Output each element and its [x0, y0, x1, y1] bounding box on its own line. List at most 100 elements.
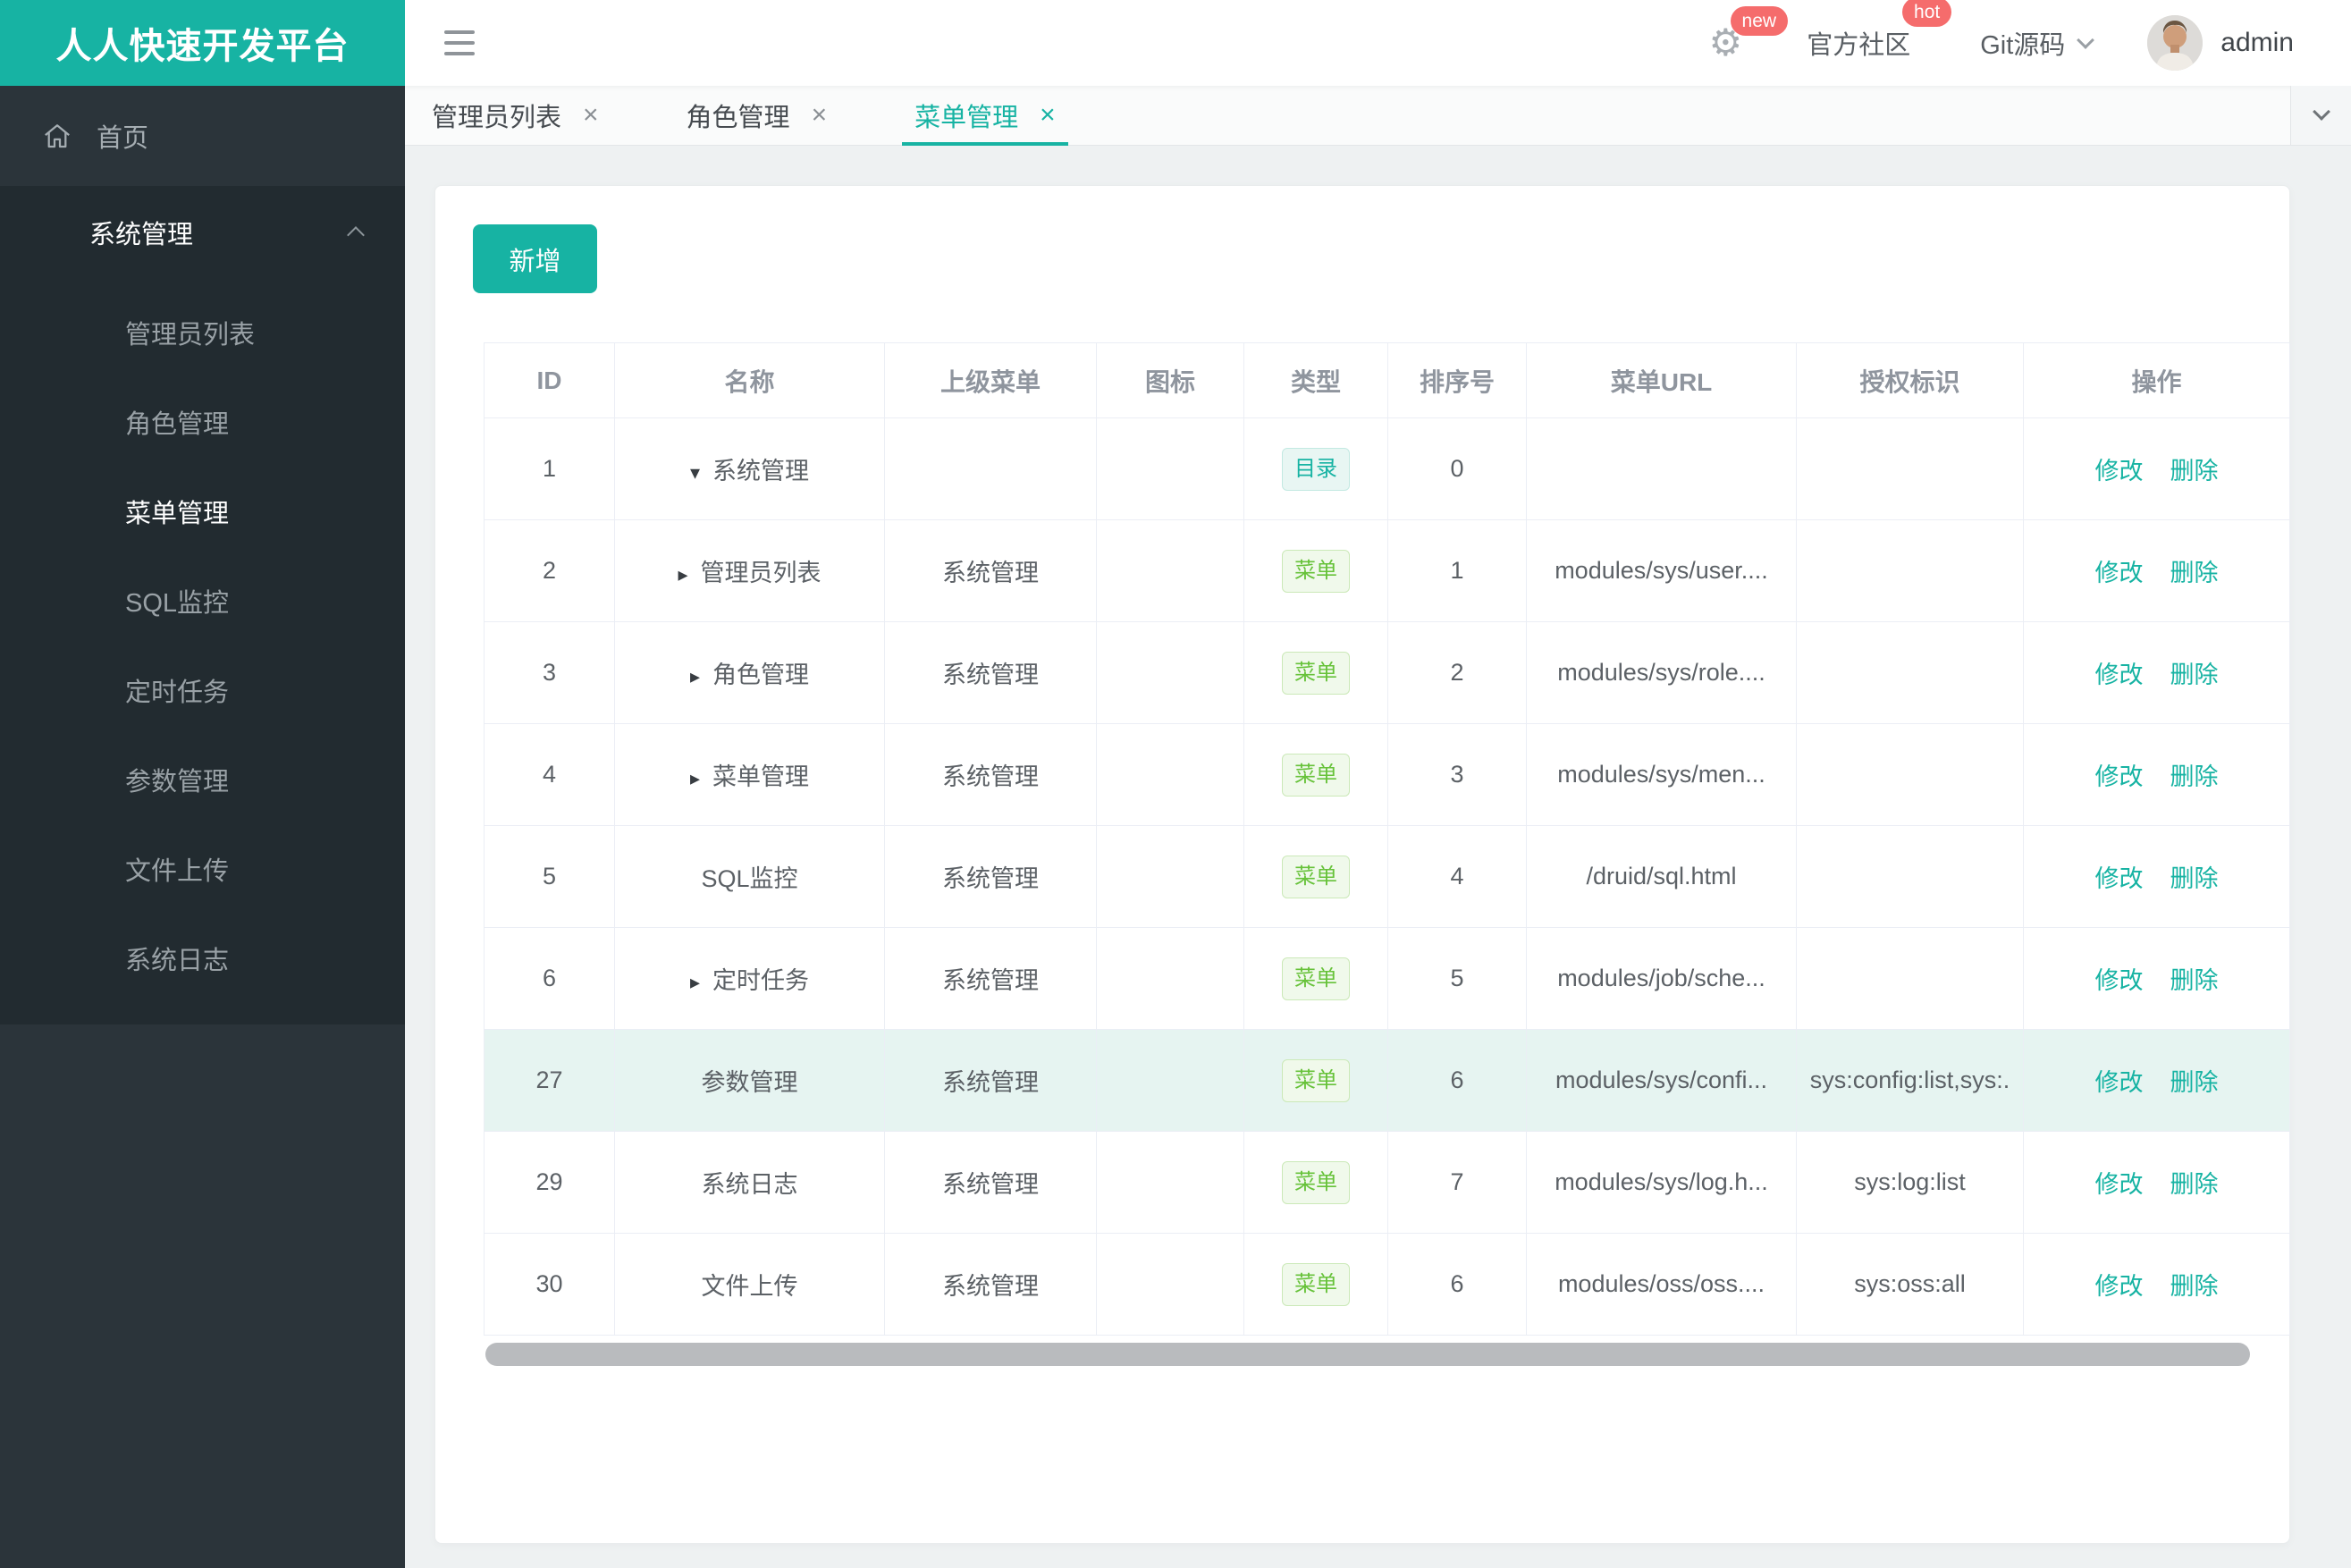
edit-link[interactable]: 修改 [2095, 458, 2144, 485]
content-card: 新增 ID 名称 上级菜单 图标 类型 排序号 菜单URL 授权标识 操作 1 … [434, 185, 2290, 1544]
expand-closed-icon[interactable]: ▸ [690, 971, 700, 993]
cell-id: 27 [484, 1029, 615, 1132]
type-badge: 菜单 [1282, 957, 1350, 1000]
menu-name: 文件上传 [701, 1273, 798, 1300]
sidebar-item-5[interactable]: 参数管理 [0, 735, 405, 824]
menu-name: 参数管理 [701, 1069, 798, 1096]
edit-link[interactable]: 修改 [2095, 865, 2144, 892]
cell-name: 参数管理 [614, 1029, 885, 1132]
cell-name: ▾ 系统管理 [614, 417, 885, 520]
cell-icon [1096, 621, 1244, 724]
edit-link[interactable]: 修改 [2095, 967, 2144, 994]
sidebar-group-title[interactable]: 系统管理 [0, 186, 405, 279]
edit-link[interactable]: 修改 [2095, 560, 2144, 586]
type-badge: 菜单 [1282, 651, 1350, 695]
delete-link[interactable]: 删除 [2170, 1069, 2219, 1096]
sidebar-item-2[interactable]: 菜单管理 [0, 467, 405, 556]
edit-link[interactable]: 修改 [2095, 1171, 2144, 1198]
community-link[interactable]: 官方社区 hot [1807, 0, 1952, 62]
sidebar-item-1[interactable]: 角色管理 [0, 377, 405, 467]
delete-link[interactable]: 删除 [2170, 662, 2219, 688]
col-perm: 授权标识 [1796, 342, 2024, 418]
delete-link[interactable]: 删除 [2170, 560, 2219, 586]
edit-link[interactable]: 修改 [2095, 1273, 2144, 1300]
tab-label: 管理员列表 [432, 104, 562, 132]
cell-name: SQL监控 [614, 825, 885, 928]
tabs-collapse-button[interactable] [2290, 86, 2351, 145]
cell-order: 7 [1387, 1131, 1527, 1234]
cell-icon [1096, 1029, 1244, 1132]
sidebar-item-7[interactable]: 系统日志 [0, 914, 405, 1003]
home-icon [41, 120, 73, 152]
cell-name: ▸ 定时任务 [614, 927, 885, 1030]
tab-label: 角色管理 [686, 104, 790, 132]
close-icon[interactable]: × [1040, 102, 1056, 129]
cell-ops: 修改 删除 [2023, 519, 2290, 622]
cell-order: 3 [1387, 723, 1527, 826]
sidebar-item-6[interactable]: 文件上传 [0, 824, 405, 914]
settings-button[interactable]: ⚙ new [1709, 6, 1789, 62]
cell-icon [1096, 825, 1244, 928]
horizontal-scrollbar[interactable] [484, 1342, 2289, 1367]
git-source-label: Git源码 [1980, 31, 2066, 60]
top-header: 人人快速开发平台 ⚙ new 官方社区 hot Git源码 admin [0, 0, 2351, 86]
cell-id: 3 [484, 621, 615, 724]
cell-type: 菜单 [1243, 825, 1388, 928]
cell-name: ▸ 角色管理 [614, 621, 885, 724]
cell-icon [1096, 927, 1244, 1030]
tab-menu-manage[interactable]: 菜单管理 × [902, 86, 1068, 146]
edit-link[interactable]: 修改 [2095, 662, 2144, 688]
delete-link[interactable]: 删除 [2170, 865, 2219, 892]
git-source-link[interactable]: Git源码 [1980, 24, 2095, 62]
expand-closed-icon[interactable]: ▸ [690, 665, 700, 687]
avatar[interactable] [2147, 15, 2204, 71]
sidebar-group-items: 管理员列表 角色管理 菜单管理 SQL监控 定时任务 参数管理 文件上传 系统日志 [0, 279, 405, 1024]
delete-link[interactable]: 删除 [2170, 1273, 2219, 1300]
table-row: 5 SQL监控 系统管理 菜单 4/druid/sql.html 修改 删除 [484, 825, 2290, 928]
close-icon[interactable]: × [812, 102, 828, 129]
cell-id: 2 [484, 519, 615, 622]
sidebar-item-0[interactable]: 管理员列表 [0, 288, 405, 377]
cell-url: modules/sys/men... [1526, 723, 1797, 826]
type-badge: 菜单 [1282, 549, 1350, 593]
table-row: 30 文件上传 系统管理 菜单 6 modules/oss/oss.... sys:oss:… [484, 1233, 2290, 1336]
edit-link[interactable]: 修改 [2095, 763, 2144, 790]
table-row: 3 ▸ 角色管理 系统管理 菜单 2 modules/sys/role.... 修改 删除 [484, 621, 2290, 724]
username[interactable]: admin [2220, 28, 2294, 58]
cell-perm [1796, 519, 2024, 622]
delete-link[interactable]: 删除 [2170, 763, 2219, 790]
cell-icon [1096, 1233, 1244, 1336]
scrollbar-thumb[interactable] [485, 1343, 2250, 1366]
add-button[interactable]: 新增 [473, 224, 597, 293]
avatar-image [2147, 15, 2204, 71]
cell-name: 系统日志 [614, 1131, 885, 1234]
sidebar-item-3[interactable]: SQL监控 [0, 556, 405, 645]
delete-link[interactable]: 删除 [2170, 967, 2219, 994]
menu-table: ID 名称 上级菜单 图标 类型 排序号 菜单URL 授权标识 操作 1 ▾ 系统管… [484, 342, 2290, 1336]
close-icon[interactable]: × [583, 102, 599, 129]
menu-toggle-icon[interactable] [444, 30, 475, 55]
cell-type: 菜单 [1243, 927, 1388, 1030]
cell-id: 4 [484, 723, 615, 826]
tab-admin-list[interactable]: 管理员列表 × [419, 86, 611, 145]
sidebar-item-4[interactable]: 定时任务 [0, 645, 405, 735]
table-row: 4 ▸ 菜单管理 系统管理 菜单 3 modules/sys/men... 修改 删除 [484, 723, 2290, 826]
cell-order: 6 [1387, 1029, 1527, 1132]
cell-perm [1796, 621, 2024, 724]
delete-link[interactable]: 删除 [2170, 1171, 2219, 1198]
edit-link[interactable]: 修改 [2095, 1069, 2144, 1096]
chevron-up-icon [347, 226, 365, 244]
cell-type: 菜单 [1243, 723, 1388, 826]
cell-url: modules/sys/user.... [1526, 519, 1797, 622]
sidebar-item-home[interactable]: 首页 [0, 86, 405, 186]
delete-link[interactable]: 删除 [2170, 458, 2219, 485]
expand-open-icon[interactable]: ▾ [690, 461, 700, 484]
cell-icon [1096, 519, 1244, 622]
cell-icon [1096, 1131, 1244, 1234]
cell-url: modules/sys/log.h... [1526, 1131, 1797, 1234]
cell-type: 菜单 [1243, 621, 1388, 724]
expand-closed-icon[interactable]: ▸ [678, 563, 687, 586]
expand-closed-icon[interactable]: ▸ [690, 767, 700, 789]
tab-role-manage[interactable]: 角色管理 × [674, 86, 840, 145]
cell-parent [884, 417, 1097, 520]
